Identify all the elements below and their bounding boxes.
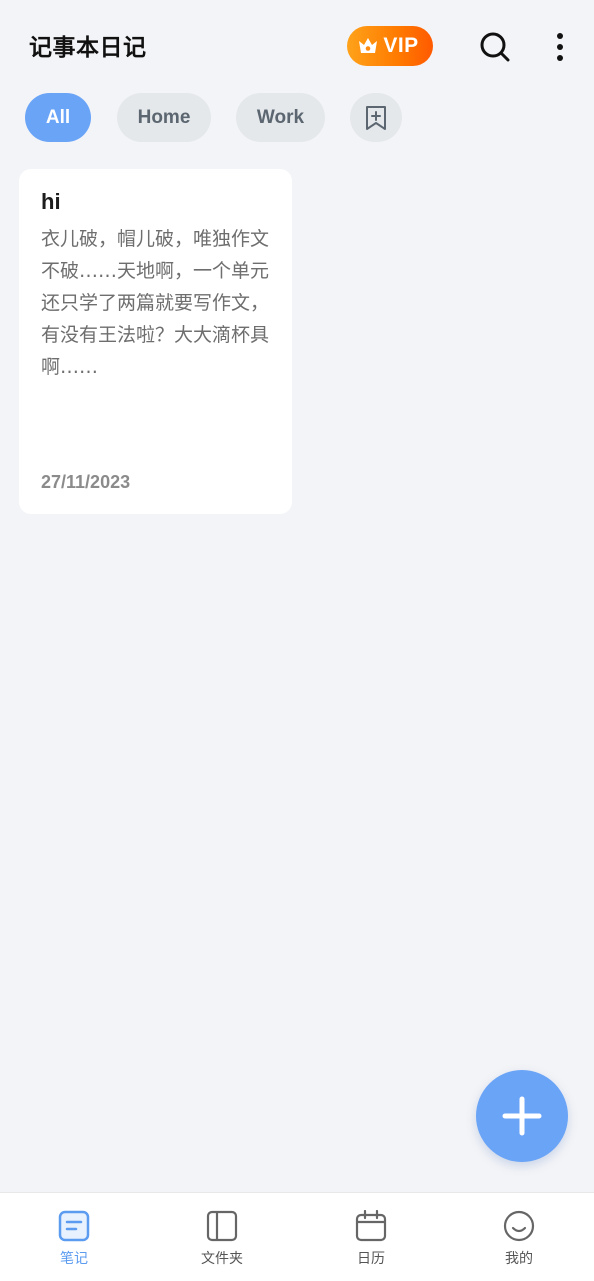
more-options-button[interactable] [546, 28, 574, 66]
nav-label-notes: 笔记 [60, 1251, 88, 1267]
vip-button[interactable]: VIP [347, 26, 433, 66]
nav-label-calendar: 日历 [357, 1251, 385, 1267]
category-filter-row: All Home Work [0, 92, 594, 144]
nav-tab-folders[interactable]: 文件夹 [167, 1193, 277, 1281]
add-category-button[interactable] [350, 93, 402, 142]
note-icon [58, 1210, 90, 1242]
note-date: 27/11/2023 [41, 472, 131, 492]
nav-label-mine: 我的 [505, 1251, 533, 1267]
note-title: hi [41, 189, 61, 214]
calendar-icon [355, 1210, 387, 1242]
folder-icon [206, 1210, 238, 1242]
app-bar: 记事本日记 VIP [0, 0, 594, 92]
bookmark-add-icon [366, 105, 386, 130]
filter-chip-home[interactable]: Home [117, 93, 211, 142]
app-title: 记事本日记 [29, 35, 147, 61]
smiley-icon [503, 1210, 535, 1242]
nav-tab-mine[interactable]: 我的 [464, 1193, 574, 1281]
note-preview: 衣儿破，帽儿破，唯独作文不破……天地啊，一个单元还只学了两篇就要写作文，有没有王… [41, 228, 270, 378]
nav-tab-notes[interactable]: 笔记 [19, 1193, 129, 1281]
filter-chip-all[interactable]: All [25, 93, 91, 142]
filter-chip-work[interactable]: Work [236, 93, 325, 142]
search-icon [480, 32, 510, 62]
vip-label: VIP [383, 34, 419, 57]
crown-icon [359, 38, 378, 53]
search-button[interactable] [476, 28, 514, 66]
note-card[interactable]: hi 衣儿破，帽儿破，唯独作文不破……天地啊，一个单元还只学了两篇就要写作文，有… [19, 169, 292, 514]
add-note-button[interactable] [476, 1070, 568, 1162]
bottom-navigation: 笔记 文件夹 日历 我的 [0, 1192, 594, 1281]
plus-icon [502, 1096, 542, 1136]
nav-label-folders: 文件夹 [201, 1251, 243, 1267]
more-vertical-icon [557, 33, 563, 61]
nav-tab-calendar[interactable]: 日历 [316, 1193, 426, 1281]
